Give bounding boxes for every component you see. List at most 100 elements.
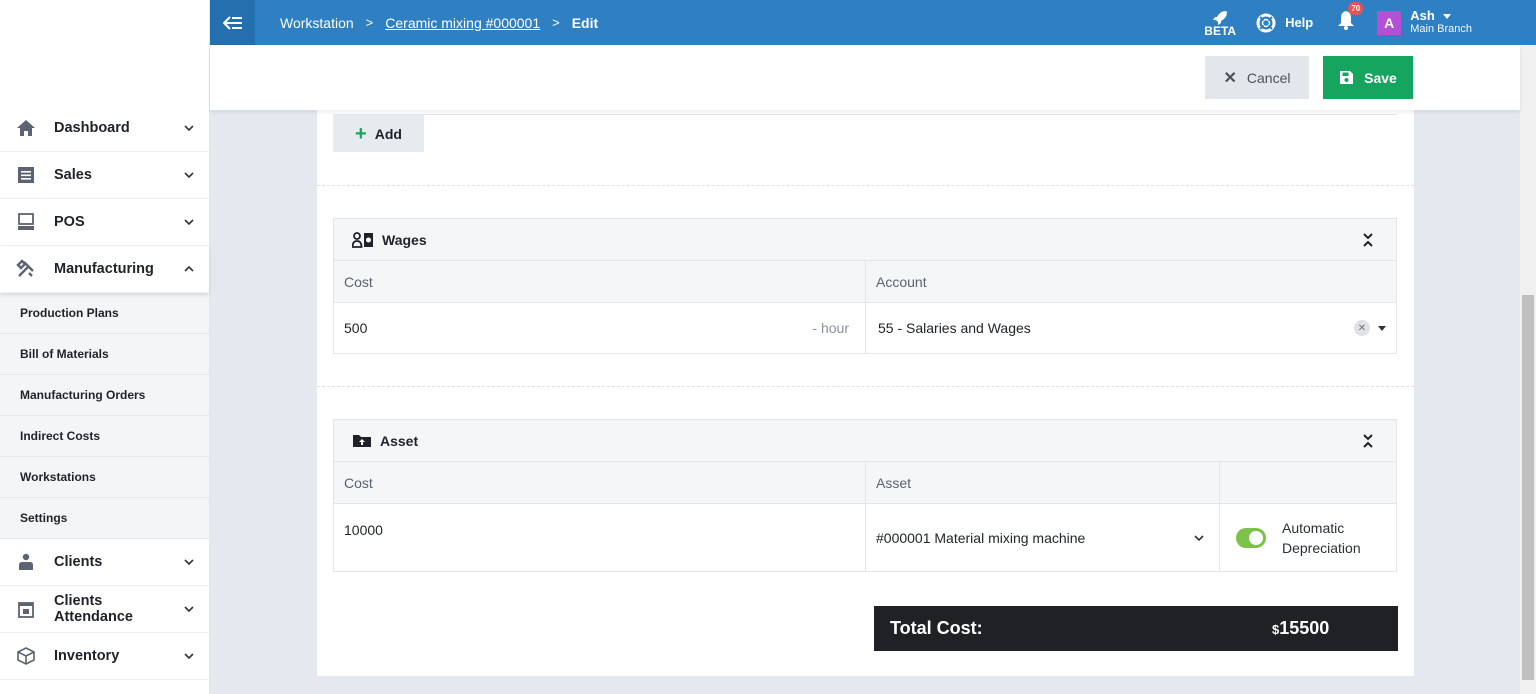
asset-row: 10000 #000001 Material mixing machine Au… bbox=[334, 504, 1396, 571]
notifications-button[interactable]: 70 bbox=[1337, 2, 1364, 35]
chevron-down-icon bbox=[1194, 534, 1204, 541]
wages-cost-input[interactable]: 500 - hour bbox=[334, 303, 866, 353]
collapse-icon[interactable] bbox=[1362, 433, 1374, 449]
asset-value: #000001 Material mixing machine bbox=[876, 529, 1086, 546]
box-icon bbox=[16, 646, 36, 666]
notification-count-badge: 70 bbox=[1348, 2, 1364, 15]
total-cost-value: $15500 bbox=[1272, 618, 1329, 639]
sidebar-item-inventory[interactable]: Inventory bbox=[0, 633, 209, 680]
help-button[interactable]: Help bbox=[1256, 13, 1313, 33]
sidebar: Dashboard Sales POS Manufacturing Produc… bbox=[0, 0, 210, 694]
wages-icon bbox=[352, 231, 373, 248]
clear-icon[interactable]: ✕ bbox=[1354, 320, 1370, 336]
user-name: Ash bbox=[1410, 8, 1435, 23]
sidebar-item-manufacturing[interactable]: Manufacturing bbox=[0, 246, 209, 293]
save-label: Save bbox=[1364, 69, 1397, 86]
section-divider bbox=[317, 185, 1414, 186]
wages-row: 500 - hour 55 - Salaries and Wages ✕ bbox=[334, 303, 1396, 353]
plus-icon: + bbox=[355, 122, 367, 145]
sidebar-item-label: Manufacturing bbox=[54, 261, 154, 277]
cancel-button[interactable]: ✕ Cancel bbox=[1205, 56, 1309, 99]
close-icon: ✕ bbox=[1223, 69, 1237, 87]
clients-icon bbox=[16, 552, 36, 572]
submenu-item-production-plans[interactable]: Production Plans bbox=[0, 293, 209, 334]
column-header-account: Account bbox=[876, 273, 927, 290]
asset-cost-input[interactable]: 10000 bbox=[334, 504, 866, 571]
main-panel: + Add Wages Cost Account 500 - hour 55 -… bbox=[317, 110, 1414, 676]
submenu-item-workstations[interactable]: Workstations bbox=[0, 457, 209, 498]
column-header-empty bbox=[1220, 462, 1396, 503]
manufacturing-submenu: Production Plans Bill of Materials Manuf… bbox=[0, 293, 209, 539]
account-select[interactable]: 55 - Salaries and Wages ✕ bbox=[866, 303, 1396, 353]
pos-icon bbox=[16, 212, 36, 232]
breadcrumb-separator-icon: > bbox=[552, 15, 560, 30]
sidebar-item-label: POS bbox=[54, 214, 85, 230]
previous-table-edge bbox=[333, 110, 1397, 115]
save-button[interactable]: Save bbox=[1323, 56, 1413, 99]
collapse-icon[interactable] bbox=[1362, 232, 1374, 248]
column-header-cost: Cost bbox=[334, 462, 866, 503]
sidebar-item-sales[interactable]: Sales bbox=[0, 152, 209, 199]
asset-header: Asset bbox=[334, 420, 1396, 462]
sidebar-item-dashboard[interactable]: Dashboard bbox=[0, 105, 209, 152]
collapse-sidebar-button[interactable] bbox=[210, 0, 255, 45]
avatar: A bbox=[1377, 10, 1402, 35]
submenu-item-settings[interactable]: Settings bbox=[0, 498, 209, 539]
caret-down-icon[interactable] bbox=[1378, 325, 1386, 331]
lifebuoy-icon bbox=[1256, 13, 1276, 32]
total-cost-label: Total Cost: bbox=[890, 618, 983, 638]
add-row-button[interactable]: + Add bbox=[333, 115, 424, 152]
add-label: Add bbox=[374, 125, 402, 142]
arrow-left-menu-icon bbox=[222, 15, 242, 30]
breadcrumb-ceramic-mixing[interactable]: Ceramic mixing #000001 bbox=[385, 15, 540, 31]
chevron-up-icon bbox=[184, 265, 194, 272]
sidebar-item-label: Inventory bbox=[54, 648, 120, 664]
account-value: 55 - Salaries and Wages bbox=[878, 320, 1031, 336]
home-icon bbox=[16, 118, 36, 138]
caret-down-icon bbox=[1442, 14, 1451, 20]
chevron-down-icon bbox=[184, 125, 194, 132]
total-amount: 15500 bbox=[1279, 618, 1330, 638]
chevron-down-icon bbox=[184, 653, 194, 660]
asset-cost-value: 10000 bbox=[344, 522, 383, 538]
beta-label: BETA bbox=[1204, 23, 1237, 38]
sidebar-item-label: Clients bbox=[54, 554, 103, 570]
action-bar: ✕ Cancel Save bbox=[210, 45, 1520, 110]
breadcrumb: Workstation > Ceramic mixing #000001 > E… bbox=[280, 15, 598, 31]
cancel-label: Cancel bbox=[1246, 69, 1291, 86]
asset-header-row: Cost Asset bbox=[334, 462, 1396, 504]
chevron-down-icon bbox=[184, 219, 194, 226]
breadcrumb-workstation[interactable]: Workstation bbox=[280, 15, 354, 31]
user-branch: Main Branch bbox=[1410, 23, 1472, 35]
asset-select[interactable]: #000001 Material mixing machine bbox=[866, 504, 1220, 571]
wages-section: Wages Cost Account 500 - hour 55 - Salar… bbox=[333, 218, 1397, 354]
top-bar: Workstation > Ceramic mixing #000001 > E… bbox=[210, 0, 1536, 45]
scrollbar-thumb[interactable] bbox=[1522, 295, 1534, 680]
header-right: BETA Help 70 A Ash Main Branch bbox=[1204, 0, 1536, 45]
breadcrumb-current: Edit bbox=[571, 14, 599, 31]
help-label: Help bbox=[1285, 15, 1314, 30]
floppy-disk-icon bbox=[1340, 71, 1354, 84]
submenu-item-manufacturing-orders[interactable]: Manufacturing Orders bbox=[0, 375, 209, 416]
sidebar-item-label: Sales bbox=[54, 167, 92, 183]
chevron-down-icon bbox=[184, 172, 194, 179]
sidebar-item-label: Clients Attendance bbox=[54, 593, 133, 625]
sidebar-item-clients[interactable]: Clients bbox=[0, 539, 209, 586]
folder-icon bbox=[353, 435, 371, 447]
chevron-down-icon bbox=[184, 606, 194, 613]
logo-area bbox=[0, 0, 209, 105]
breadcrumb-separator-icon: > bbox=[365, 15, 374, 30]
submenu-item-indirect-costs[interactable]: Indirect Costs bbox=[0, 416, 209, 457]
toggle-label-line-1: Automatic bbox=[1282, 519, 1345, 536]
auto-depreciation-toggle[interactable] bbox=[1236, 527, 1266, 548]
beta-button[interactable]: BETA bbox=[1204, 8, 1236, 38]
asset-section: Asset Cost Asset 10000 #000001 Material … bbox=[333, 419, 1397, 572]
receipt-icon bbox=[16, 165, 36, 185]
sidebar-item-pos[interactable]: POS bbox=[0, 199, 209, 246]
sidebar-item-clients-attendance[interactable]: Clients Attendance bbox=[0, 586, 209, 633]
user-menu[interactable]: A Ash Main Branch bbox=[1377, 9, 1472, 36]
wages-unit: - hour bbox=[812, 320, 849, 336]
submenu-item-bill-of-materials[interactable]: Bill of Materials bbox=[0, 334, 209, 375]
tools-icon bbox=[16, 259, 36, 279]
toggle-label-line-2: Depreciation bbox=[1282, 539, 1361, 556]
